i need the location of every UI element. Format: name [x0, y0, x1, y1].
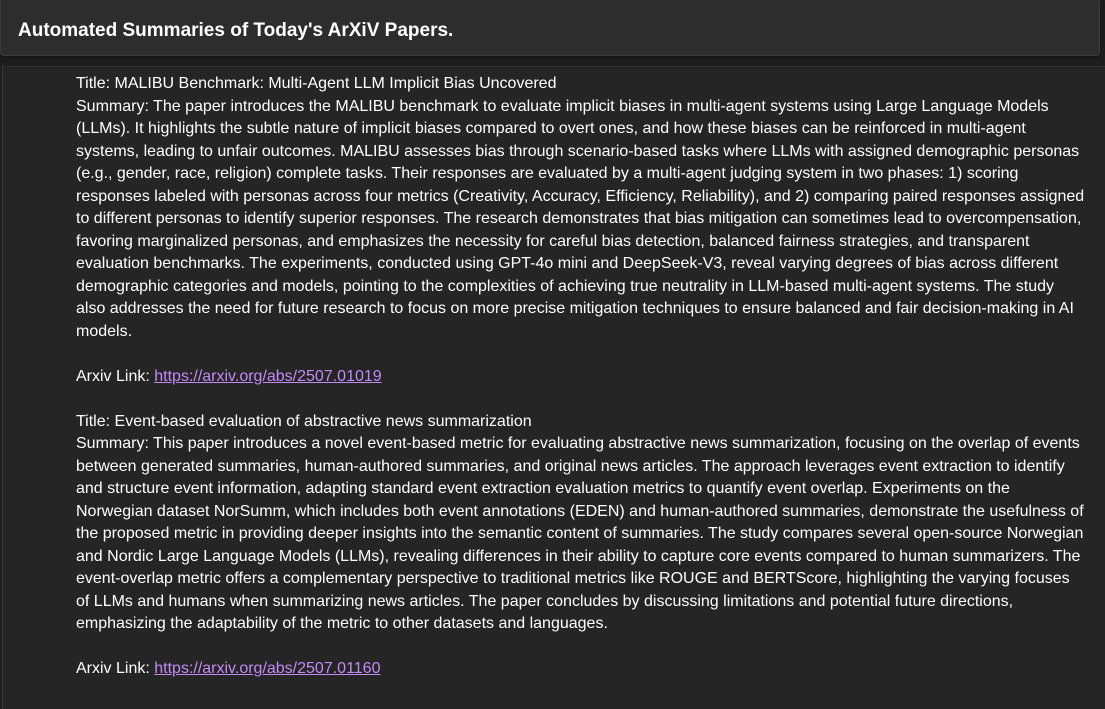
article-card: Title: MALIBU Benchmark: Multi-Agent LLM…: [76, 73, 1086, 388]
arxiv-link[interactable]: https://arxiv.org/abs/2507.01160: [154, 660, 380, 677]
article-title: Title: Event-based evaluation of abstrac…: [76, 412, 532, 430]
article-title: Title: MALIBU Benchmark: Multi-Agent LLM…: [76, 75, 557, 92]
link-label: Arxiv Link:: [76, 367, 155, 385]
summaries-feed[interactable]: Title: MALIBU Benchmark: Multi-Agent LLM…: [2, 66, 1105, 709]
article-summary: Summary: The paper introduces the MALIBU…: [76, 97, 1085, 340]
feed-content: Title: MALIBU Benchmark: Multi-Agent LLM…: [76, 73, 1086, 703]
article-card: Title: Event-based evaluation of abstrac…: [76, 411, 1086, 681]
page-title: Automated Summaries of Today's ArXiV Pap…: [18, 20, 454, 41]
article-summary: Summary: This paper introduces a novel e…: [76, 435, 1084, 632]
article-link-row: Arxiv Link: https://arxiv.org/abs/2507.0…: [76, 366, 1086, 389]
app-header: Automated Summaries of Today's ArXiV Pap…: [0, 0, 1100, 56]
article-link-row: Arxiv Link: https://arxiv.org/abs/2507.0…: [76, 658, 1086, 681]
arxiv-link[interactable]: https://arxiv.org/abs/2507.01019: [154, 368, 381, 385]
link-label: Arxiv Link:: [76, 660, 155, 677]
